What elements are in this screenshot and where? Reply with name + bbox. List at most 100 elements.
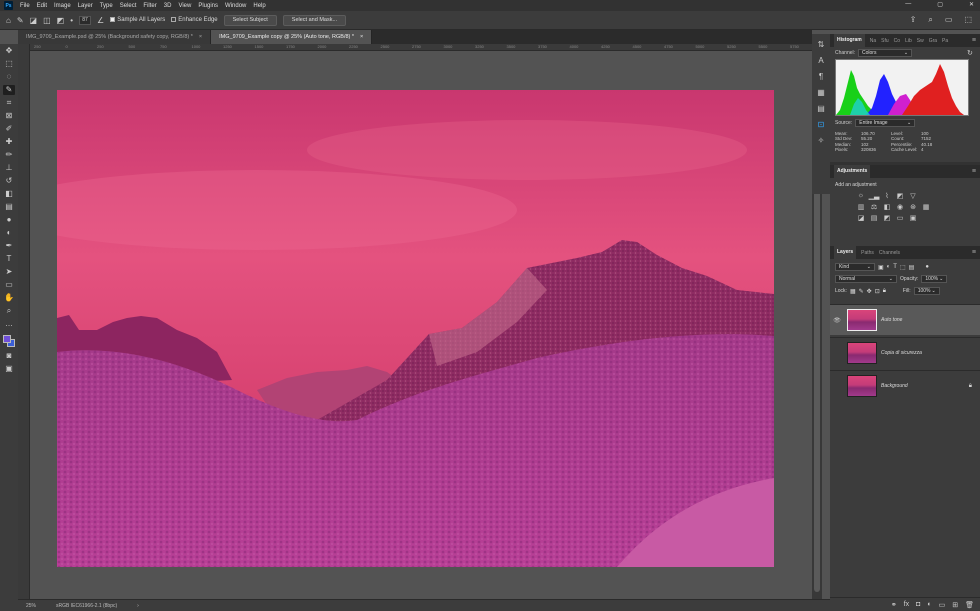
fill-field[interactable]: 100% ⌄	[913, 287, 940, 295]
tab-adjustments[interactable]: Adjustments	[834, 165, 871, 178]
pen-tool-icon[interactable]: ✒	[3, 241, 15, 251]
foreground-color-swatch[interactable]	[3, 335, 11, 343]
menu-3d[interactable]: 3D	[164, 3, 172, 9]
source-select[interactable]: Entire Image ⌄	[855, 119, 916, 127]
curves-icon[interactable]: ⌇	[881, 192, 893, 200]
brush-size-field[interactable]: 87	[79, 15, 92, 25]
menu-select[interactable]: Select	[120, 3, 137, 9]
delete-layer-icon[interactable]: 🗑︎	[965, 601, 974, 609]
menu-view[interactable]: View	[178, 3, 191, 9]
color-lookup-icon[interactable]: ▦	[920, 203, 932, 211]
history-panel-icon[interactable]: ⇅	[818, 40, 825, 49]
workspace-icon[interactable]: ▭	[945, 15, 953, 25]
panel-menu-icon[interactable]: ≡	[972, 246, 976, 259]
close-tab-icon[interactable]: ×	[199, 34, 202, 40]
panel-menu-icon[interactable]: ≡	[972, 165, 976, 178]
tab-color[interactable]: Co	[894, 38, 900, 44]
layer-filter-select[interactable]: Kind ⌄	[835, 263, 875, 271]
eraser-tool-icon[interactable]: ◧	[3, 189, 15, 199]
eye-icon[interactable]: 👁︎	[830, 317, 844, 324]
channel-mixer-icon[interactable]: ⊛	[907, 203, 919, 211]
filter-type-icon[interactable]: T	[893, 264, 897, 270]
panel-menu-icon[interactable]: ≡	[972, 34, 976, 47]
close-tab-icon[interactable]: ×	[360, 34, 363, 40]
tab-styles[interactable]: Sfu	[881, 38, 889, 44]
tab-swatches[interactable]: Sw	[917, 38, 924, 44]
menu-type[interactable]: Type	[100, 3, 113, 9]
tab-document-2[interactable]: IMG_9709_Example copy @ 25% (Auto tone, …	[211, 30, 373, 44]
brush-tool-icon[interactable]: ✏	[3, 150, 15, 160]
link-layers-icon[interactable]: ⚭	[891, 601, 897, 609]
minimize-button[interactable]: —	[905, 1, 911, 8]
lasso-tool-icon[interactable]: ◌	[3, 72, 15, 82]
lock-pixels-icon[interactable]: ✎	[859, 288, 864, 295]
select-subject-button[interactable]: Select Subject	[223, 14, 277, 26]
tab-navigator[interactable]: Na	[870, 38, 876, 44]
marquee-tool-icon[interactable]: ⬚	[3, 59, 15, 69]
new-adjustment-icon[interactable]: ◐	[927, 601, 931, 608]
layer-auto-tone[interactable]: 👁︎ Auto tone	[830, 304, 980, 335]
brightness-contrast-icon[interactable]: ☼	[855, 192, 867, 200]
menu-window[interactable]: Window	[225, 3, 246, 9]
channel-select[interactable]: Colors ⌄	[858, 49, 913, 57]
dodge-tool-icon[interactable]: ◐	[3, 228, 15, 238]
properties-panel-icon[interactable]: ▦	[817, 88, 825, 97]
layer-name[interactable]: Background	[881, 383, 908, 389]
more-tools-icon[interactable]: …	[3, 319, 15, 329]
clone-stamp-icon[interactable]: ⊥	[3, 163, 15, 173]
menu-filter[interactable]: Filter	[143, 3, 156, 9]
healing-brush-icon[interactable]: ✚	[3, 137, 15, 147]
menu-edit[interactable]: Edit	[37, 3, 47, 9]
move-tool-icon[interactable]: ✥	[3, 46, 15, 56]
tab-histogram[interactable]: Histogram	[834, 34, 865, 47]
refresh-icon[interactable]: ↻	[967, 49, 973, 57]
tab-channels[interactable]: Channels	[879, 250, 900, 256]
black-white-icon[interactable]: ◧	[881, 203, 893, 211]
subtract-selection-icon[interactable]: ◩	[57, 16, 65, 25]
filter-toggle-icon[interactable]: ●	[925, 264, 929, 270]
exposure-icon[interactable]: ◩	[894, 192, 906, 200]
sample-all-layers-checkbox[interactable]: Sample All Layers	[110, 16, 165, 23]
photoshop-logo[interactable]: Ps	[4, 1, 13, 10]
filter-smart-object-icon[interactable]: ▤	[909, 264, 915, 271]
paragraph-panel-icon[interactable]: ¶	[819, 72, 823, 81]
hand-tool-icon[interactable]: ✋	[3, 293, 15, 303]
tab-patterns[interactable]: Pa	[942, 38, 948, 44]
quick-selection-tool-icon[interactable]: ✎	[17, 16, 24, 25]
levels-icon[interactable]: ▁▃	[868, 192, 880, 200]
tab-paths[interactable]: Paths	[861, 250, 874, 256]
menu-file[interactable]: File	[20, 3, 30, 9]
share-icon[interactable]: ⇪	[910, 15, 917, 25]
layer-style-icon[interactable]: fx	[904, 601, 909, 608]
blur-tool-icon[interactable]: ●	[3, 215, 15, 225]
tab-gradients[interactable]: Gra	[929, 38, 937, 44]
filter-adjustment-icon[interactable]: ◐	[887, 264, 891, 270]
menu-layer[interactable]: Layer	[78, 3, 93, 9]
selective-color-icon[interactable]: ▣	[907, 214, 919, 222]
tab-document-1[interactable]: IMG_9709_Example.psd @ 25% (Background s…	[18, 30, 212, 44]
invert-icon[interactable]: ◪	[855, 214, 867, 222]
menu-plugins[interactable]: Plugins	[198, 3, 218, 9]
info-panel-icon[interactable]: ▤	[817, 104, 825, 113]
shape-tool-icon[interactable]: ▭	[3, 280, 15, 290]
tab-libraries[interactable]: Lib	[905, 38, 912, 44]
brush-settings-icon[interactable]: ✧	[818, 136, 825, 145]
lock-all-icon[interactable]: 🔒︎	[883, 288, 886, 295]
path-selection-icon[interactable]: ➤	[3, 267, 15, 277]
zoom-level[interactable]: 25%	[26, 603, 36, 609]
lock-artboard-icon[interactable]: ⊡	[875, 288, 880, 295]
angle-icon[interactable]: ∠	[97, 16, 104, 25]
zoom-tool-icon[interactable]: ⌕	[3, 306, 15, 316]
gradient-map-icon[interactable]: ▭	[894, 214, 906, 222]
history-brush-icon[interactable]: ↺	[3, 176, 15, 186]
filter-pixel-icon[interactable]: ▣	[878, 264, 884, 271]
close-button[interactable]: ✕	[969, 1, 974, 8]
layer-copia-di-sicurezza[interactable]: Copia di sicurezza	[830, 337, 980, 368]
new-layer-icon[interactable]: ⊞	[952, 601, 958, 609]
vibrance-icon[interactable]: ▽	[907, 192, 919, 200]
brush-picker-icon[interactable]: •	[70, 16, 73, 25]
threshold-icon[interactable]: ◩	[881, 214, 893, 222]
select-and-mask-button[interactable]: Select and Mask...	[282, 14, 347, 26]
photo-filter-icon[interactable]: ◉	[894, 203, 906, 211]
new-selection-icon[interactable]: ◪	[30, 16, 38, 25]
